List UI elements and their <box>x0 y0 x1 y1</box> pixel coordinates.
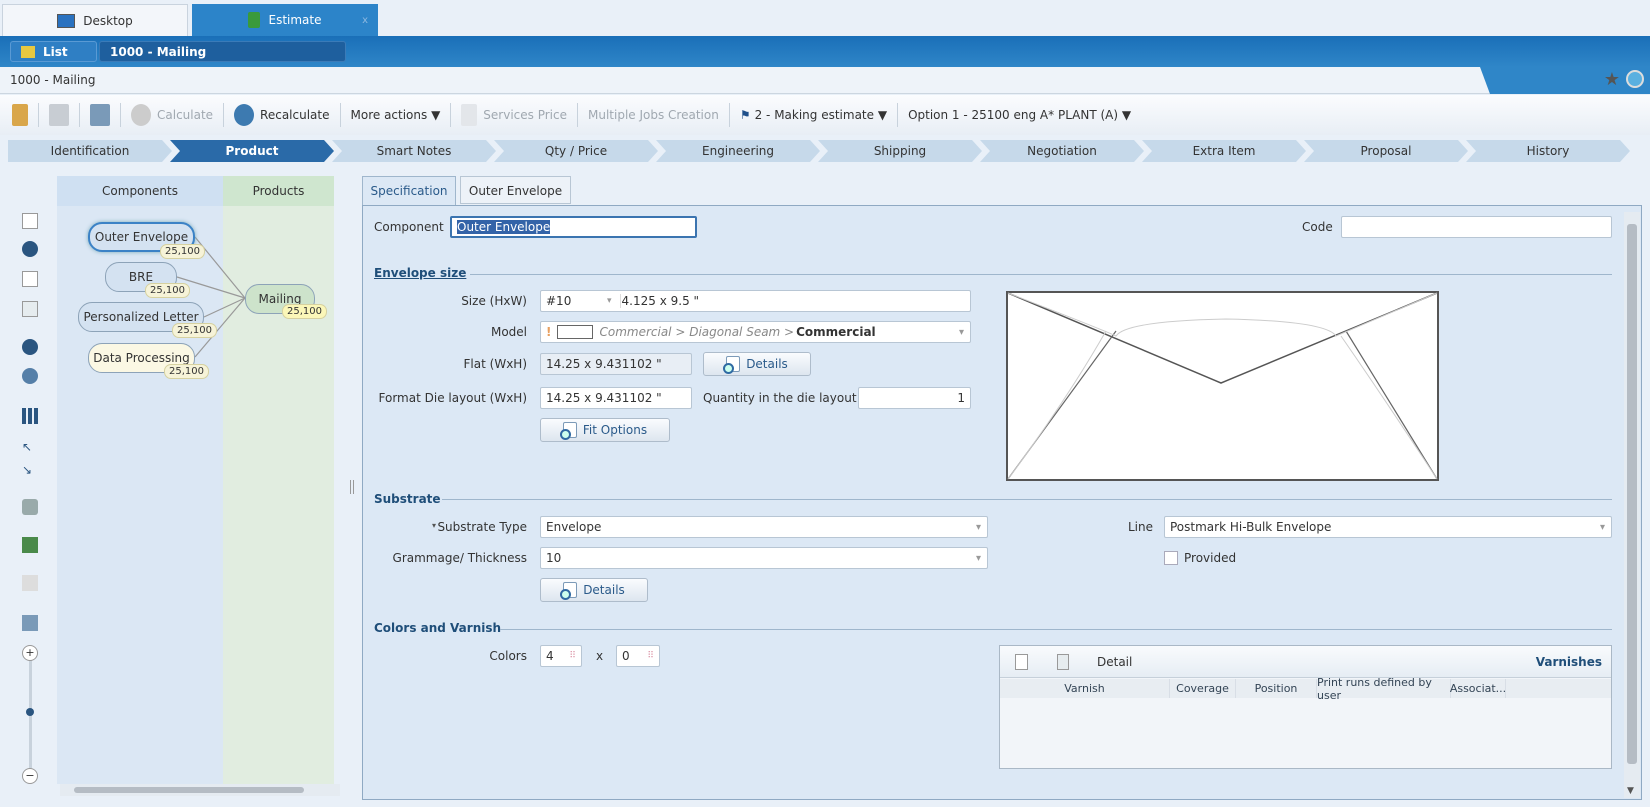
qty-badge: 25,100 <box>282 304 327 319</box>
tab-specification[interactable]: Specification <box>362 176 456 206</box>
tree-horizontal-scrollbar[interactable] <box>60 784 340 796</box>
column-coverage[interactable]: Coverage <box>1170 679 1236 698</box>
line-select[interactable]: Postmark Hi-Bulk Envelope <box>1164 516 1612 538</box>
column-position[interactable]: Position <box>1236 679 1317 698</box>
magnifier-icon <box>723 356 741 374</box>
zoom-handle[interactable] <box>26 708 34 716</box>
zoom-out-icon[interactable]: − <box>22 768 38 784</box>
step-smart-notes[interactable]: Smart Notes <box>332 140 496 162</box>
magnifier-icon <box>560 582 578 600</box>
substrate-type-select[interactable]: Envelope <box>540 516 988 538</box>
shield-icon[interactable] <box>22 499 38 515</box>
divider <box>500 629 1612 630</box>
delete-varnish-icon[interactable] <box>1057 654 1069 670</box>
option-menu[interactable]: Option 1 - 25100 eng A* PLANT (A) ▼ <box>908 108 1131 122</box>
disabled-icon <box>22 575 38 591</box>
step-qty-price[interactable]: Qty / Price <box>494 140 658 162</box>
size-input[interactable]: #10 ▾ 4.125 x 9.5 " <box>540 290 971 312</box>
step-proposal[interactable]: Proposal <box>1304 140 1468 162</box>
step-negotiation[interactable]: Negotiation <box>980 140 1144 162</box>
qty-badge: 25,100 <box>145 283 190 298</box>
more-actions-menu[interactable]: More actions ▼ <box>351 108 441 122</box>
magnifier-icon <box>559 422 577 440</box>
size-code-select[interactable]: #10 <box>546 294 621 308</box>
fit-options-button[interactable]: Fit Options <box>540 418 670 442</box>
code-input[interactable] <box>1341 216 1612 238</box>
envelope-icon <box>557 325 594 339</box>
arrow-down-right-icon[interactable]: ↘ <box>22 463 38 479</box>
detail-button[interactable]: Detail <box>1097 655 1132 669</box>
column-print-runs[interactable]: Print runs defined by user <box>1317 676 1451 702</box>
multiple-jobs-button[interactable]: Multiple Jobs Creation <box>588 108 719 122</box>
varnish-grid: Detail Varnishes Varnish Coverage Positi… <box>999 645 1612 769</box>
edit-icon[interactable] <box>22 537 38 553</box>
warning-icon: ! <box>546 325 552 339</box>
varnish-toolbar: Detail Varnishes <box>1000 646 1611 678</box>
arrow-up-left-icon[interactable]: ↖ <box>22 440 38 456</box>
component-input[interactable]: Outer Envelope <box>450 216 697 238</box>
step-shipping[interactable]: Shipping <box>818 140 982 162</box>
colors-front-input[interactable]: 4 ⠿ <box>540 645 582 667</box>
envelope-preview <box>1006 291 1439 481</box>
column-associated[interactable]: Associat... <box>1450 679 1506 698</box>
colors-back-input[interactable]: 0 ⠿ <box>616 645 660 667</box>
tree-links <box>176 236 246 358</box>
scroll-down-arrow[interactable]: ▼ <box>1627 786 1634 796</box>
status-menu[interactable]: ⚑ 2 - Making estimate ▼ <box>740 108 887 122</box>
step-extra-item[interactable]: Extra Item <box>1142 140 1306 162</box>
column-varnish[interactable]: Varnish <box>1000 679 1170 698</box>
substrate-heading: Substrate <box>374 492 441 506</box>
provided-checkbox[interactable] <box>1164 551 1178 565</box>
grammage-select[interactable]: 10 <box>540 547 988 569</box>
close-tab-button[interactable]: x <box>362 15 368 26</box>
qty-die-input[interactable]: 1 <box>858 387 971 409</box>
envelope-size-heading[interactable]: Envelope size <box>374 266 466 280</box>
qty-badge: 25,100 <box>172 323 217 338</box>
tab-outer-envelope[interactable]: Outer Envelope <box>460 176 571 204</box>
color-palette-icon[interactable]: ⠿ <box>647 651 654 661</box>
zoom-in-icon[interactable]: + <box>22 645 38 661</box>
divider <box>442 499 1612 500</box>
printer-icon[interactable] <box>22 615 38 631</box>
qty-badge: 25,100 <box>164 364 209 379</box>
favorite-star-icon[interactable]: ★ <box>1604 69 1620 90</box>
flag-icon: ⚑ <box>739 108 751 122</box>
flat-size-field: 14.25 x 9.431102 " <box>540 353 692 375</box>
varnish-header: Varnish Coverage Position Print runs def… <box>1000 676 1611 702</box>
header-corner <box>1480 67 1650 94</box>
substrate-details-button[interactable]: Details <box>540 578 648 602</box>
attachment-icon[interactable] <box>1626 70 1644 88</box>
varnishes-title: Varnishes <box>1535 655 1602 669</box>
step-engineering[interactable]: Engineering <box>656 140 820 162</box>
new-varnish-icon[interactable] <box>1015 654 1028 670</box>
die-layout-input[interactable]: 14.25 x 9.431102 " <box>540 387 692 409</box>
color-palette-icon[interactable]: ⠿ <box>569 651 576 661</box>
model-select[interactable]: ! Commercial > Diagonal Seam > Commercia… <box>540 321 971 343</box>
step-history[interactable]: History <box>1466 140 1630 162</box>
qty-badge: 25,100 <box>160 244 205 259</box>
document-list-icon <box>461 104 478 126</box>
required-marker: ▾ <box>432 521 437 530</box>
colors-varnish-heading: Colors and Varnish <box>374 621 502 635</box>
link-letter <box>203 297 246 318</box>
vertical-scrollbar[interactable]: ▼ <box>1624 212 1640 798</box>
divider <box>470 274 1612 275</box>
services-price-button[interactable]: Services Price <box>461 104 567 126</box>
flat-details-button[interactable]: Details <box>703 352 811 376</box>
splitter-handle[interactable] <box>350 480 354 494</box>
grid-icon[interactable] <box>22 408 38 424</box>
